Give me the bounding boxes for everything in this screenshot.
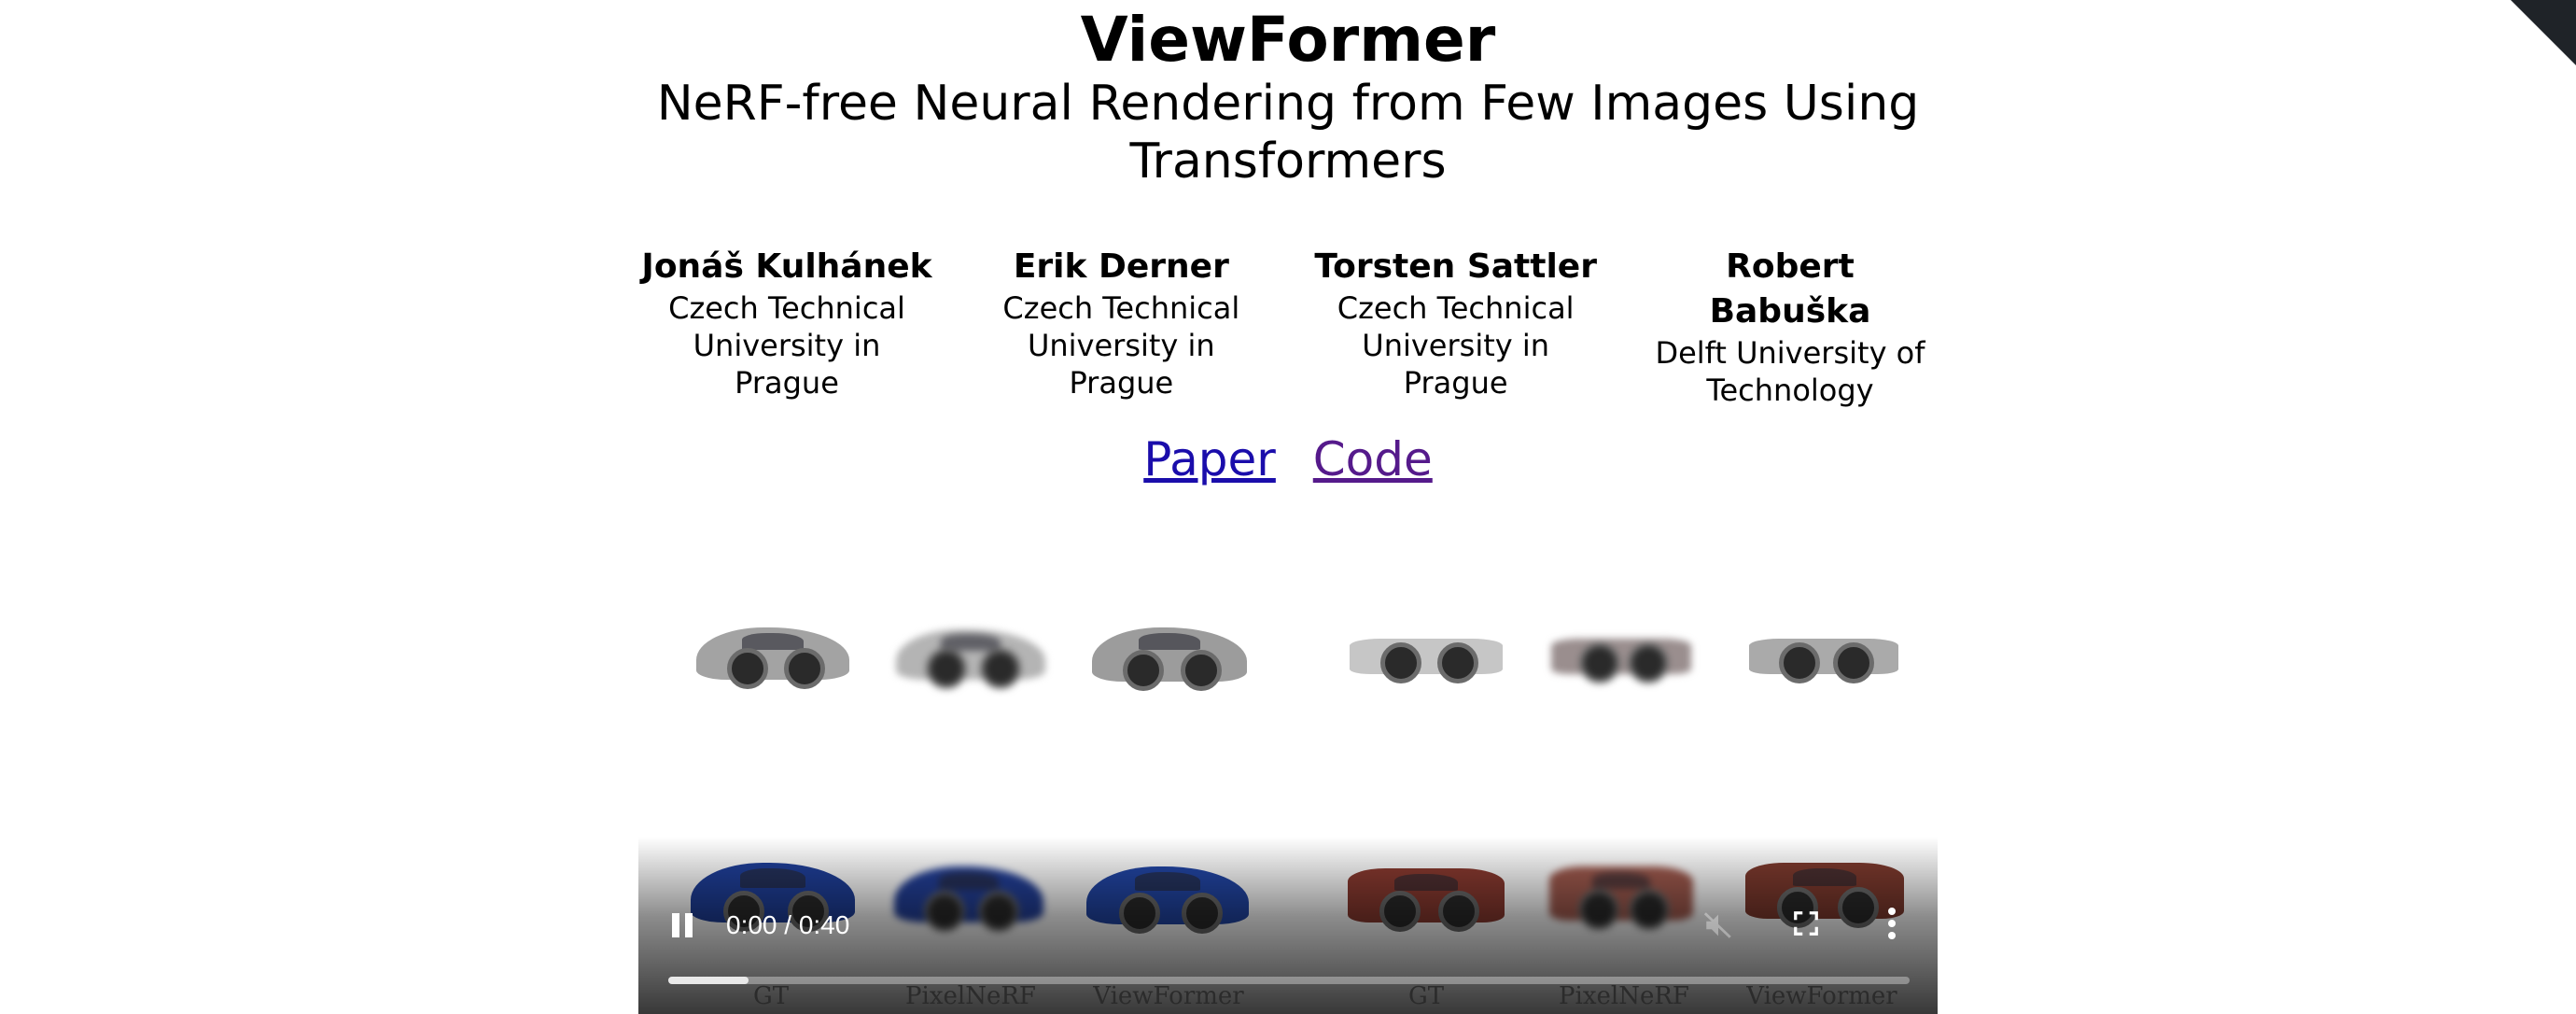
- time-display: 0:00 / 0:40: [726, 910, 850, 939]
- author-name: Jonáš Kulhánek: [641, 247, 932, 286]
- page-title: ViewFormer: [1080, 4, 1496, 76]
- link-row: Paper Code: [0, 431, 2576, 487]
- video-player[interactable]: GT PixelNeRF ViewFormer GT PixelNeRF Vie…: [638, 571, 1938, 1014]
- subtitle-line: NeRF-free Neural Rendering from Few Imag…: [656, 76, 1920, 132]
- pause-icon[interactable]: [670, 911, 698, 939]
- affiliation-line: Czech Technical: [668, 290, 905, 326]
- affiliation-line: Delft University of: [1655, 335, 1925, 371]
- author-name: Robert Babuška: [1709, 247, 1871, 331]
- fullscreen-icon[interactable]: [1792, 909, 1820, 937]
- car-render-pixelnerf: [1551, 639, 1691, 683]
- author-affiliation: Delft University of Technology: [1641, 334, 1939, 409]
- car-render-pixelnerf: [896, 629, 1045, 689]
- car-render-gt: [696, 627, 849, 689]
- more-vertical-icon[interactable]: [1887, 908, 1897, 941]
- video-progress-bar[interactable]: [668, 977, 1910, 984]
- video-controls: 0:00 / 0:40: [638, 902, 1938, 1014]
- author-name: Erik Derner: [1013, 247, 1229, 286]
- subtitle-line: Transformers: [1129, 134, 1447, 190]
- affiliation-line: Czech Technical: [1002, 290, 1240, 326]
- car-render-viewformer: [1749, 639, 1898, 683]
- code-link[interactable]: Code: [1313, 432, 1433, 486]
- car-render-viewformer: [1092, 627, 1247, 691]
- affiliation-line: University in Prague: [693, 328, 881, 401]
- page-subtitle: NeRF-free Neural Rendering from Few Imag…: [0, 75, 2576, 190]
- author-affiliation: Czech Technical University in Prague: [637, 289, 936, 401]
- author-card: Jonáš Kulhánek Czech Technical Universit…: [637, 245, 936, 409]
- progress-buffered: [668, 977, 749, 984]
- volume-muted-icon[interactable]: [1702, 909, 1734, 941]
- affiliation-line: University in Prague: [1027, 328, 1215, 401]
- affiliation-line: Technology: [1706, 373, 1874, 408]
- author-name: Torsten Sattler: [1314, 247, 1597, 286]
- affiliation-line: University in Prague: [1362, 328, 1550, 401]
- author-card: Erik Derner Czech Technical University i…: [972, 245, 1270, 409]
- affiliation-line: Czech Technical: [1337, 290, 1575, 326]
- author-card: Robert Babuška Delft University of Techn…: [1641, 245, 1939, 409]
- author-affiliation: Czech Technical University in Prague: [972, 289, 1270, 401]
- author-list: Jonáš Kulhánek Czech Technical Universit…: [637, 245, 1939, 409]
- author-card: Torsten Sattler Czech Technical Universi…: [1307, 245, 1605, 409]
- car-render-gt: [1350, 639, 1503, 683]
- paper-link[interactable]: Paper: [1143, 432, 1276, 486]
- author-affiliation: Czech Technical University in Prague: [1307, 289, 1605, 401]
